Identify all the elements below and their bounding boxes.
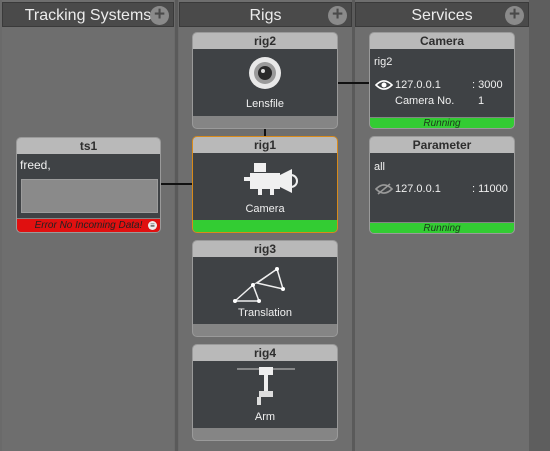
service-status-bar: Running <box>370 118 514 129</box>
connection-line <box>160 183 193 185</box>
node-body: freed, <box>17 154 160 218</box>
node-title: rig4 <box>193 345 337 361</box>
service-ip: 127.0.0.1 <box>395 183 441 195</box>
rigs-header: Rigs + <box>179 2 352 27</box>
eye-off-icon[interactable] <box>375 183 393 195</box>
rig-node-rig3[interactable]: rig3 Translation <box>192 240 338 337</box>
node-label: Lensfile <box>246 98 284 110</box>
error-bar: Error No Incoming Data! ≡ <box>17 219 160 232</box>
services-title: Services <box>411 7 473 24</box>
tracking-system-node-ts1[interactable]: ts1 freed, Error No Incoming Data! ≡ <box>16 137 161 233</box>
rig-status-bar <box>193 220 337 232</box>
service-port: : 3000 <box>472 79 503 91</box>
service-rig: all <box>374 161 386 173</box>
lens-icon <box>249 57 281 89</box>
right-gutter <box>529 0 550 451</box>
ts-info: freed, <box>20 158 51 172</box>
service-rig: rig2 <box>374 56 393 68</box>
node-title: ts1 <box>17 138 160 154</box>
node-body: Camera <box>193 153 337 220</box>
node-title: rig2 <box>193 33 337 49</box>
service-node-camera[interactable]: Camera rig2 127.0.0.1 : 3000 Camera No. … <box>369 32 515 129</box>
rig-node-rig4[interactable]: rig4 Arm <box>192 344 338 441</box>
tracking-systems-header: Tracking Systems + <box>2 2 174 27</box>
service-status-bar: Running <box>370 223 514 234</box>
node-label: Camera <box>245 203 285 215</box>
services-header: Services + <box>355 2 529 27</box>
node-title: Parameter <box>370 137 514 153</box>
node-body: Arm <box>193 361 337 428</box>
data-preview-box <box>21 179 158 213</box>
node-label: Arm <box>254 411 276 423</box>
node-title: Camera <box>370 33 514 49</box>
add-rig-button[interactable]: + <box>328 5 347 25</box>
service-ip: 127.0.0.1 <box>395 79 441 91</box>
node-body: Lensfile <box>193 49 337 116</box>
node-body: Translation <box>193 257 337 324</box>
translation-icon <box>233 267 285 303</box>
service-port: : 11000 <box>472 183 508 195</box>
add-tracking-system-button[interactable]: + <box>150 5 169 25</box>
service-status: Running <box>423 223 461 234</box>
node-body: all 127.0.0.1 : 11000 <box>370 153 514 222</box>
column-divider <box>175 0 178 451</box>
tracking-systems-title: Tracking Systems <box>24 7 152 24</box>
error-text: Error No Incoming Data! <box>34 220 143 231</box>
rig-node-rig1[interactable]: rig1 Camera <box>192 136 338 233</box>
node-label: Translation <box>237 307 292 319</box>
camera-number-label: Camera No. <box>395 95 455 107</box>
service-node-parameter[interactable]: Parameter all 127.0.0.1 : 11000 Running <box>369 136 515 234</box>
rigs-title: Rigs <box>249 7 282 24</box>
camera-icon <box>244 163 298 195</box>
rig-node-rig2[interactable]: rig2 Lensfile <box>192 32 338 129</box>
eye-icon[interactable] <box>375 79 393 91</box>
node-title: rig3 <box>193 241 337 257</box>
menu-icon[interactable]: ≡ <box>148 221 157 230</box>
camera-number-value: 1 <box>478 95 485 107</box>
node-body: rig2 127.0.0.1 : 3000 Camera No. 1 <box>370 49 514 117</box>
connection-line <box>336 82 370 84</box>
arm-icon <box>237 367 295 405</box>
node-title: rig1 <box>193 137 337 153</box>
add-service-button[interactable]: + <box>505 5 524 25</box>
service-status: Running <box>423 118 461 129</box>
